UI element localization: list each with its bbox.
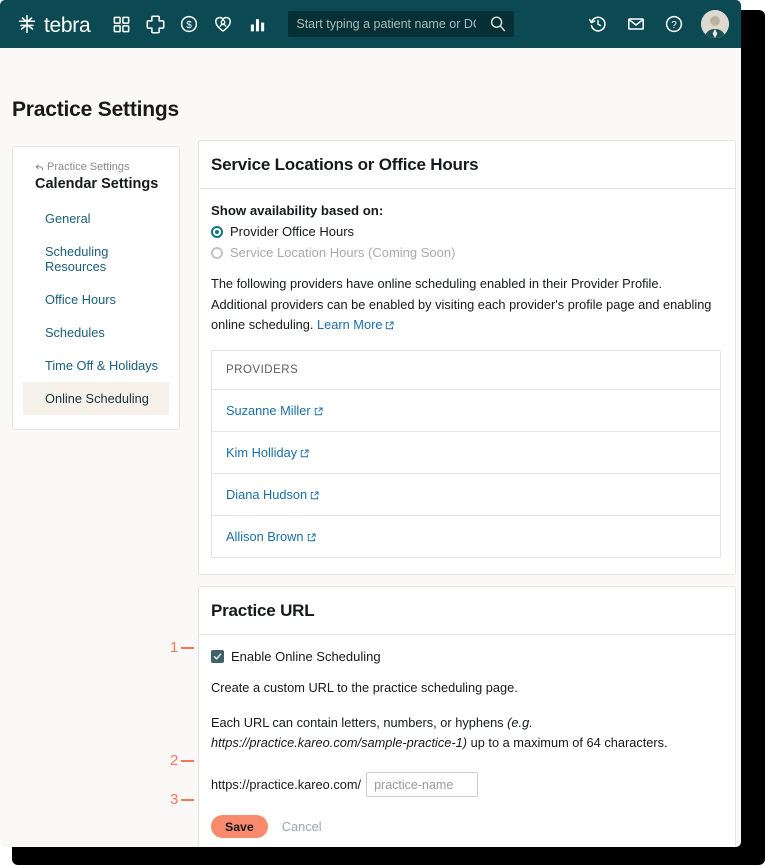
availability-label: Show availability based on: [211, 203, 384, 218]
settings-sidebar: Practice Settings Calendar Settings Gene… [12, 146, 180, 430]
provider-name: Allison Brown [226, 529, 304, 545]
sidebar-heading: Calendar Settings [35, 176, 159, 192]
tebra-logo-text: tebra [44, 13, 91, 37]
screenshot-frame: tebra $ Start typing a patient name or D… [0, 0, 765, 865]
svg-text:?: ? [671, 20, 677, 31]
annotation-marker-2-number: 2 [170, 752, 179, 769]
breadcrumb-practice-settings[interactable]: Practice Settings [13, 161, 179, 173]
radio-provider-office-hours[interactable]: Provider Office Hours [211, 224, 721, 239]
radio-provider-office-hours-label: Provider Office Hours [230, 224, 355, 239]
table-row: Kim Holliday [212, 432, 720, 475]
custom-url-line2: Each URL can contain letters, numbers, o… [211, 713, 721, 754]
learn-more-link[interactable]: Learn More [317, 317, 395, 333]
medical-cross-icon[interactable] [138, 7, 172, 41]
url-rules-suffix: up to a maximum of 64 characters. [467, 735, 668, 751]
provider-link[interactable]: Diana Hudson [226, 487, 319, 502]
app-window: tebra $ Start typing a patient name or D… [0, 0, 741, 847]
bar-chart-icon[interactable] [240, 7, 274, 41]
sidebar-item-schedules[interactable]: Schedules [23, 316, 169, 349]
external-link-icon [314, 407, 323, 416]
table-row: Diana Hudson [212, 474, 720, 517]
external-link-icon [310, 491, 319, 500]
svg-text:$: $ [187, 20, 193, 31]
patient-search-box[interactable] [288, 11, 515, 37]
providers-table-header: PROVIDERS [212, 351, 720, 391]
providers-description-text: The following providers have online sche… [211, 276, 712, 333]
sidebar-item-office-hours[interactable]: Office Hours [23, 283, 169, 316]
practice-url-row: https://practice.kareo.com/ [211, 772, 721, 798]
breadcrumb-label: Practice Settings [47, 161, 130, 173]
help-circle-icon[interactable]: ? [657, 7, 691, 41]
enable-online-scheduling-label: Enable Online Scheduling [231, 649, 381, 664]
page-title: Practice Settings [12, 98, 179, 121]
envelope-icon[interactable] [619, 7, 653, 41]
enable-online-scheduling-checkbox[interactable]: Enable Online Scheduling [211, 649, 721, 664]
patients-heart-icon[interactable] [206, 7, 240, 41]
provider-name: Diana Hudson [226, 487, 308, 503]
provider-name: Suzanne Miller [226, 403, 311, 419]
annotation-marker-1-number: 1 [170, 639, 179, 656]
nav-right-group: ? [581, 7, 741, 41]
external-link-icon [300, 449, 309, 458]
service-locations-card: Service Locations or Office Hours Show a… [198, 140, 736, 576]
radio-unselected-icon [211, 246, 223, 259]
annotation-marker-3-number: 3 [170, 791, 179, 808]
dollar-circle-icon[interactable]: $ [172, 7, 206, 41]
custom-url-line1: Create a custom URL to the practice sche… [211, 680, 518, 695]
sidebar-item-online-scheduling[interactable]: Online Scheduling [23, 382, 169, 415]
back-arrow-icon [35, 163, 44, 171]
practice-url-card: Practice URL Enable Online Scheduling Cr… [198, 586, 736, 847]
top-navigation-bar: tebra $ Start typing a patient name or D… [0, 0, 741, 48]
annotation-marker-3: 3 [170, 791, 195, 808]
search-input[interactable] [296, 17, 477, 31]
search-icon[interactable] [488, 14, 508, 34]
table-row: Allison Brown [212, 516, 720, 557]
external-link-icon [307, 533, 316, 542]
provider-link[interactable]: Kim Holliday [226, 445, 309, 460]
practice-url-title: Practice URL [199, 587, 735, 635]
checkbox-checked-icon [211, 650, 224, 663]
practice-name-input[interactable] [366, 772, 479, 798]
service-card-title: Service Locations or Office Hours [199, 141, 735, 189]
practice-url-actions: Save Cancel [211, 815, 721, 839]
radio-service-location-hours: Service Location Hours (Coming Soon) [211, 245, 721, 260]
radio-service-location-hours-label: Service Location Hours (Coming Soon) [230, 245, 456, 260]
table-row: Suzanne Miller [212, 390, 720, 433]
providers-description: The following providers have online sche… [211, 274, 721, 336]
annotation-dash [181, 759, 195, 762]
tebra-leaf-logo-icon [18, 14, 36, 34]
annotation-dash [181, 798, 195, 801]
practice-url-body: Enable Online Scheduling Create a custom… [199, 635, 735, 847]
save-button[interactable]: Save [211, 815, 268, 839]
radio-selected-icon [211, 225, 223, 238]
service-card-body: Show availability based on: Provider Off… [199, 189, 735, 574]
providers-table: PROVIDERS Suzanne Miller Kim Holliday Di… [211, 350, 721, 559]
annotation-marker-2: 2 [170, 752, 195, 769]
provider-link[interactable]: Allison Brown [226, 529, 316, 544]
history-clock-icon[interactable] [581, 7, 615, 41]
external-link-icon [386, 321, 395, 330]
user-avatar[interactable] [701, 10, 729, 38]
learn-more-label: Learn More [317, 317, 383, 333]
url-prefix-label: https://practice.kareo.com/ [211, 777, 362, 793]
url-rules-prefix: Each URL can contain letters, numbers, o… [211, 714, 508, 730]
annotation-marker-1: 1 [170, 639, 195, 656]
sidebar-item-general[interactable]: General [23, 202, 169, 235]
provider-name: Kim Holliday [226, 445, 298, 461]
sidebar-item-time-off-holidays[interactable]: Time Off & Holidays [23, 349, 169, 382]
sidebar-item-scheduling-resources[interactable]: Scheduling Resources [23, 235, 169, 283]
dashboard-grid-icon[interactable] [104, 7, 138, 41]
annotation-dash [181, 646, 195, 649]
cancel-button[interactable]: Cancel [282, 819, 322, 834]
tebra-logo[interactable]: tebra [16, 13, 91, 37]
provider-link[interactable]: Suzanne Miller [226, 403, 323, 418]
